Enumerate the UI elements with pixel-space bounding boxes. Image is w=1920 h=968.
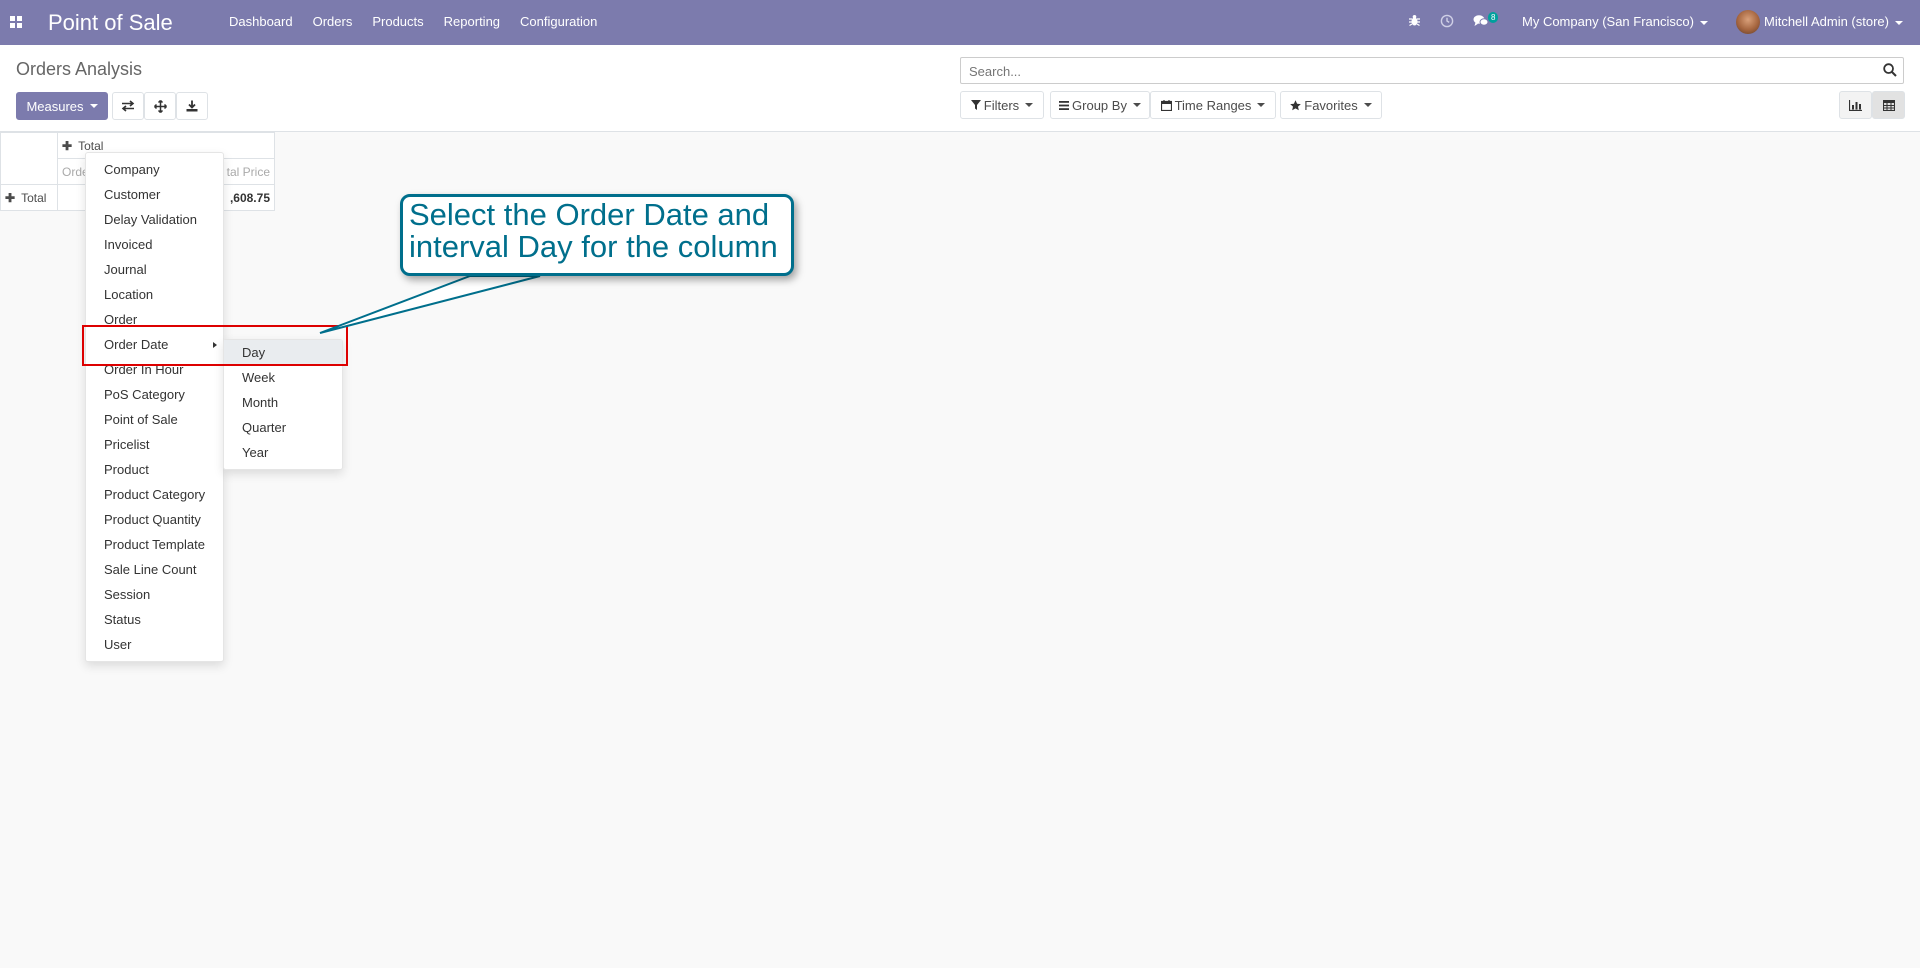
callout-line-2: interval Day for the column <box>409 229 778 264</box>
callout-line-1: Select the Order Date and <box>409 197 770 232</box>
tutorial-callout: Select the Order Date and interval Day f… <box>400 194 794 276</box>
callout-pointer <box>319 275 541 334</box>
